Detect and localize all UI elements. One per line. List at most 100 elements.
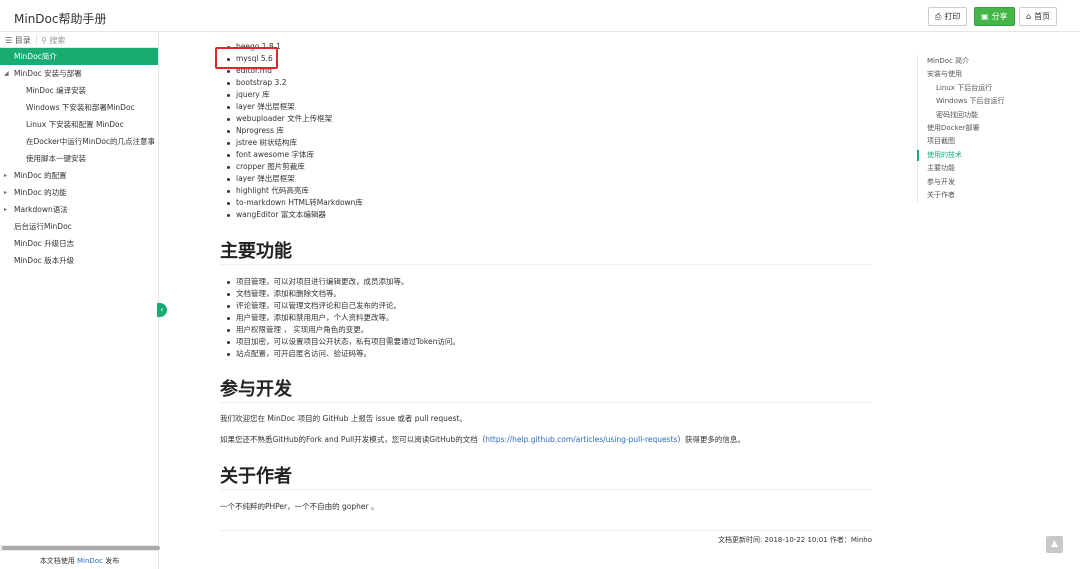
- sidebar-item-label: Linux 下安装和配置 MinDoc: [26, 120, 124, 129]
- list-item: 用户权限管理 ， 实现用户角色的变更。: [220, 324, 460, 336]
- outline-item[interactable]: 关于作者: [918, 189, 1037, 202]
- sidebar-item-label: MinDoc 版本升级: [14, 256, 75, 265]
- sidebar-item-label: 后台运行MinDoc: [14, 222, 72, 231]
- list-item: 文档管理，添加和删除文档等。: [220, 288, 460, 300]
- sidebar-item-linux-install[interactable]: Linux 下安装和配置 MinDoc: [0, 116, 158, 133]
- sidebar-item-docker-notes[interactable]: 在Docker中运行MinDoc的几点注意事: [0, 133, 158, 150]
- author-paragraph: 一个不纯粹的PHPer，一个不自由的 gopher 。: [220, 502, 379, 511]
- sidebar-item-mindoc-intro[interactable]: MinDoc简介: [0, 48, 158, 65]
- sidebar-item-label: MinDoc 安装与部署: [14, 69, 82, 78]
- list-item: 项目加密，可以设置项目公开状态，私有项目需要通过Token访问。: [220, 336, 460, 348]
- outline-item[interactable]: 安装与使用: [918, 68, 1037, 81]
- tab-toc-label: 目录: [14, 36, 31, 45]
- app-title: MinDoc帮助手册: [14, 12, 107, 26]
- sidebar-item-background-run[interactable]: 后台运行MinDoc: [0, 218, 158, 235]
- page-outline: MinDoc 简介 安装与使用 Linux 下后台运行 Windows 下后台运…: [917, 55, 1037, 203]
- sidebar-item-label: 使用脚本一键安装: [26, 154, 86, 163]
- tab-search[interactable]: ⚲ 搜索: [41, 35, 65, 46]
- outline-item[interactable]: 项目截图: [918, 135, 1037, 148]
- list-item: webuploader 文件上传框架: [220, 113, 363, 125]
- scrollbar-thumb[interactable]: [2, 546, 160, 550]
- sidebar-item-label: Windows 下安装和部署MinDoc: [26, 103, 135, 112]
- heading-contribute: 参与开发: [220, 379, 292, 400]
- share-label: 分享: [991, 12, 1008, 21]
- outline-item[interactable]: 使用Docker部署: [918, 122, 1037, 135]
- caret-right-icon: ▸: [4, 189, 8, 196]
- heading-divider: [220, 489, 872, 490]
- print-icon: ⎙: [935, 12, 942, 21]
- sidebar-tabs: ☰ 目录 ⚲ 搜索: [0, 32, 158, 48]
- sidebar-item-compile-install[interactable]: MinDoc 编译安装: [0, 82, 158, 99]
- footer-prefix: 本文档使用: [39, 557, 75, 565]
- list-item: 用户管理，添加和禁用用户，个人资料更改等。: [220, 312, 460, 324]
- share-icon: ▣: [981, 12, 989, 21]
- github-docs-link[interactable]: https://help.github.com/articles/using-p…: [485, 435, 677, 444]
- list-item: font awesome 字体库: [220, 149, 363, 161]
- heading-divider: [220, 264, 872, 265]
- outline-item[interactable]: 参与开发: [918, 176, 1037, 189]
- list-item: layer 弹出层框架: [220, 173, 363, 185]
- home-label: 首页: [1034, 12, 1051, 21]
- outline-item[interactable]: Linux 下后台运行: [918, 82, 1037, 95]
- sidebar-item-label: MinDoc 编译安装: [26, 86, 87, 95]
- caret-right-icon: ▸: [4, 206, 8, 213]
- list-item: jquery 库: [220, 89, 363, 101]
- sidebar-item-config[interactable]: ▸ MinDoc 的配置: [0, 167, 158, 184]
- caret-right-icon: ▸: [4, 172, 8, 179]
- sidebar-item-label: MinDoc 升级日志: [14, 239, 75, 248]
- footer-suffix: 发布: [105, 557, 120, 565]
- home-button[interactable]: ⌂ 首页: [1019, 7, 1058, 26]
- paragraph-text: ）获得更多的信息。: [677, 435, 745, 444]
- features-list: 项目管理，可以对项目进行编辑更改，成员添加等。 文档管理，添加和删除文档等。 评…: [220, 276, 460, 360]
- list-item: 站点配置，可开启匿名访问、验证码等。: [220, 348, 460, 360]
- list-item: layer 弹出层框架: [220, 101, 363, 113]
- print-label: 打印: [944, 12, 961, 21]
- list-item: 评论管理，可以管理文档评论和自己发布的评论。: [220, 300, 460, 312]
- sidebar-item-label: MinDoc简介: [14, 52, 57, 61]
- update-meta: 文档更新时间: 2018-10-22 10:01 作者：Minho: [717, 536, 872, 544]
- sidebar: ☰ 目录 ⚲ 搜索 MinDoc简介 ◢ MinDoc 安装与部署 MinDoc …: [0, 32, 160, 569]
- list-item: wangEditor 富文本编辑器: [220, 209, 363, 221]
- outline-item[interactable]: Windows 下后台运行: [918, 95, 1037, 108]
- list-item: jstree 树状结构库: [220, 137, 363, 149]
- list-icon: ☰: [5, 36, 13, 45]
- chevron-left-icon: ‹: [160, 305, 164, 314]
- sidebar-item-windows-install[interactable]: Windows 下安装和部署MinDoc: [0, 99, 158, 116]
- outline-item[interactable]: 主要功能: [918, 162, 1037, 175]
- sidebar-item-version-upgrade[interactable]: MinDoc 版本升级: [0, 252, 158, 269]
- sidebar-collapse-toggle[interactable]: ‹: [157, 303, 167, 317]
- back-to-top-button[interactable]: ▲: [1046, 536, 1063, 553]
- list-item: Nprogress 库: [220, 125, 363, 137]
- heading-features: 主要功能: [220, 241, 292, 262]
- list-item: bootstrap 3.2: [220, 77, 363, 89]
- sidebar-item-install-deploy[interactable]: ◢ MinDoc 安装与部署: [0, 65, 158, 82]
- heading-divider: [220, 402, 872, 403]
- annotation-highlight-box: [215, 47, 278, 69]
- sidebar-item-label: MinDoc 的功能: [14, 188, 67, 197]
- outline-item-active[interactable]: 使用的技术: [917, 149, 1037, 162]
- print-button[interactable]: ⎙ 打印: [928, 7, 968, 26]
- sidebar-item-features[interactable]: ▸ MinDoc 的功能: [0, 184, 158, 201]
- caret-down-icon: ◢: [4, 70, 9, 77]
- list-item: cropper 图片剪裁库: [220, 161, 363, 173]
- top-header: MinDoc帮助手册 ⎙ 打印 ▣ 分享 ⌂ 首页: [0, 0, 1080, 32]
- search-icon: ⚲: [41, 36, 47, 45]
- list-item: highlight 代码高亮库: [220, 185, 363, 197]
- list-item: 项目管理，可以对项目进行编辑更改，成员添加等。: [220, 276, 460, 288]
- sidebar-item-script-install[interactable]: 使用脚本一键安装: [0, 150, 158, 167]
- tab-toc[interactable]: ☰ 目录: [5, 35, 31, 46]
- share-button[interactable]: ▣ 分享: [974, 7, 1015, 26]
- sidebar-item-upgrade-log[interactable]: MinDoc 升级日志: [0, 235, 158, 252]
- sidebar-nav: MinDoc简介 ◢ MinDoc 安装与部署 MinDoc 编译安装 Windo…: [0, 48, 158, 269]
- home-icon: ⌂: [1026, 12, 1032, 21]
- tab-divider: [36, 34, 37, 45]
- contribute-paragraph-2: 如果您还不熟悉GitHub的Fork and Pull开发模式，您可以阅读Git…: [220, 434, 745, 445]
- sidebar-horizontal-scrollbar[interactable]: [0, 545, 160, 551]
- outline-item[interactable]: MinDoc 简介: [918, 55, 1037, 68]
- article-content: beego 1.8.1 mysql 5.6 editor.md bootstra…: [220, 32, 872, 569]
- footer-mindoc-link[interactable]: MinDoc: [77, 557, 103, 565]
- paragraph-text: 如果您还不熟悉GitHub的Fork and Pull开发模式，您可以阅读Git…: [220, 435, 486, 444]
- document-footer-divider: [220, 530, 872, 531]
- outline-item[interactable]: 密码找回功能: [918, 109, 1037, 122]
- sidebar-item-markdown[interactable]: ▸ Markdown语法: [0, 201, 158, 218]
